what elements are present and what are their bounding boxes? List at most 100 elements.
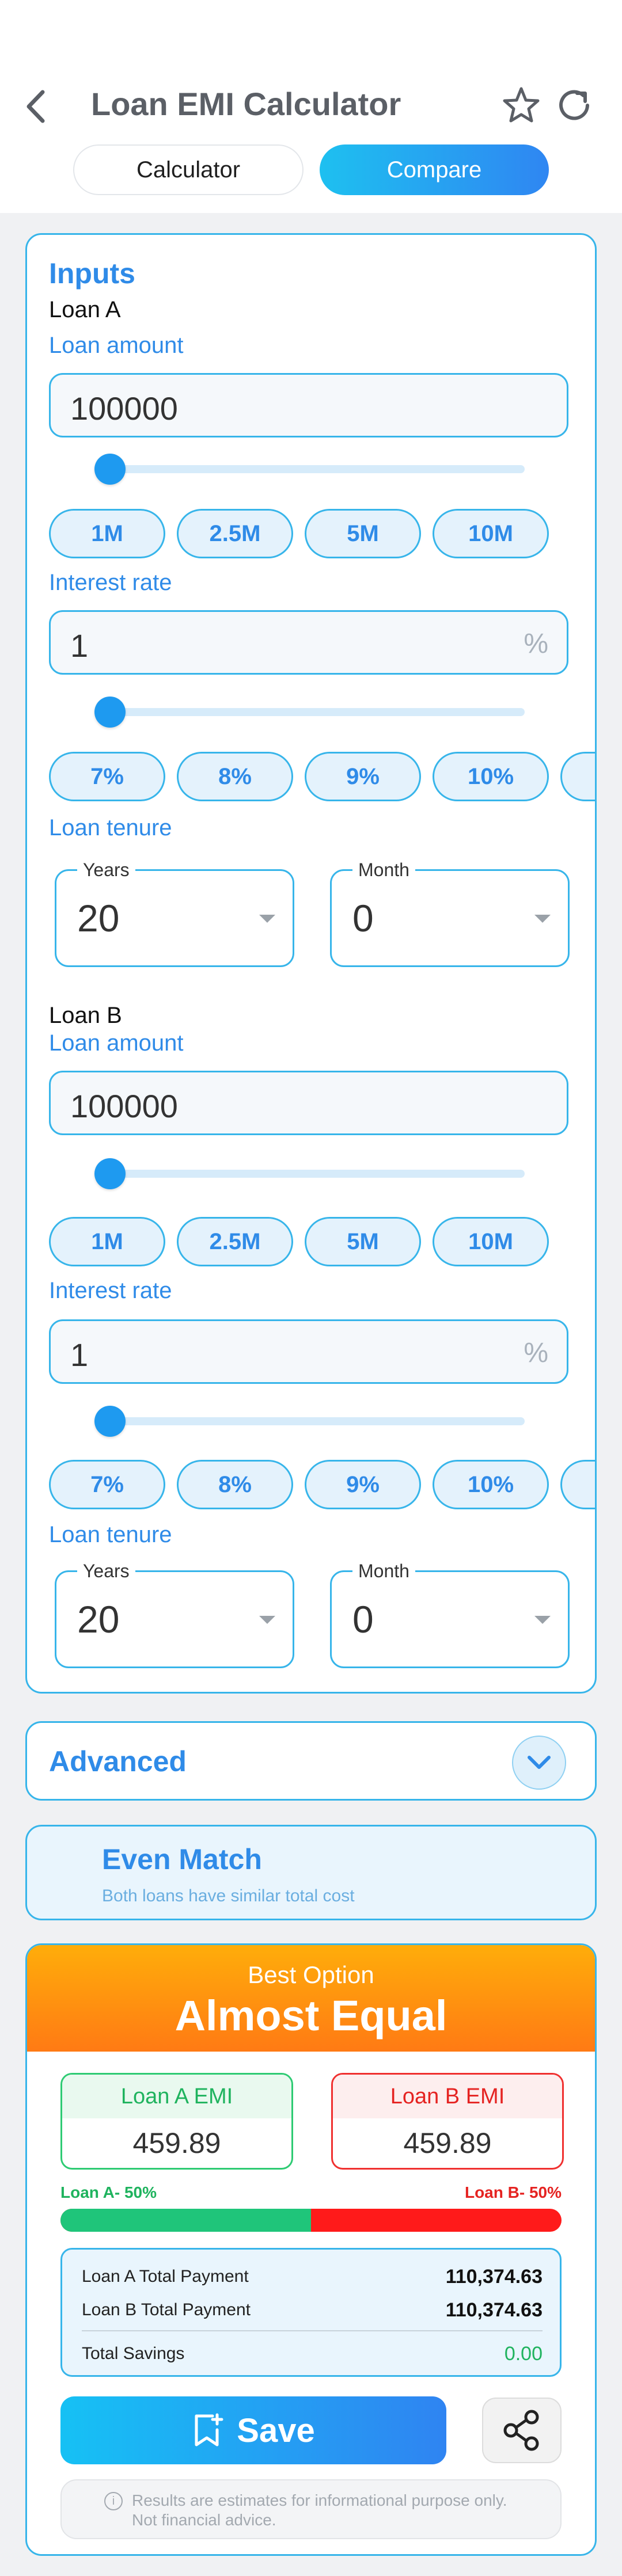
save-label: Save xyxy=(237,2411,315,2449)
loan-a-amount-value: 100000 xyxy=(70,390,178,427)
loan-b-rate-slider-handle[interactable] xyxy=(94,1406,126,1437)
loan-b-amount-chip[interactable]: 5M xyxy=(305,1217,421,1266)
loan-a-years-value: 20 xyxy=(77,897,120,939)
percent-unit: % xyxy=(524,1338,548,1368)
app-header: Loan EMI Calculator Calculator Compare xyxy=(0,0,622,213)
refresh-button[interactable] xyxy=(554,85,594,125)
chevron-down-icon xyxy=(259,915,275,923)
loan-b-amount-input[interactable]: 100000 xyxy=(49,1071,568,1135)
loan-b-rate-input[interactable]: 1 % xyxy=(49,1319,568,1384)
loan-a-total-value: 110,374.63 xyxy=(445,2266,543,2288)
share-button[interactable] xyxy=(482,2398,562,2463)
favorite-button[interactable] xyxy=(501,85,541,125)
percent-unit: % xyxy=(524,629,548,659)
advanced-title: Advanced xyxy=(49,1745,187,1778)
disclaimer-box: i Results are estimates for informationa… xyxy=(60,2479,562,2539)
loan-a-amount-chip[interactable]: 5M xyxy=(305,509,421,558)
loan-a-amount-chips: 1M 2.5M 5M 10M xyxy=(49,509,595,561)
loan-a-rate-input[interactable]: 1 % xyxy=(49,610,568,675)
loan-a-years-select[interactable]: Years 20 xyxy=(55,859,294,967)
loan-a-rate-chip[interactable]: 8% xyxy=(177,752,293,801)
loan-b-month-value: 0 xyxy=(352,1598,374,1641)
loan-a-month-value: 0 xyxy=(352,897,374,939)
star-icon xyxy=(503,87,540,123)
loan-a-rate-slider-handle[interactable] xyxy=(94,697,126,728)
disclaimer-text: Results are estimates for informational … xyxy=(132,2491,507,2529)
loan-a-amount-chip[interactable]: 1M xyxy=(49,509,165,558)
loan-b-total-value: 110,374.63 xyxy=(445,2299,543,2321)
match-title: Even Match xyxy=(102,1843,262,1875)
chevron-down-icon xyxy=(534,1616,551,1624)
advanced-expand-button[interactable] xyxy=(512,1736,566,1790)
loan-b-amount-value: 100000 xyxy=(70,1088,178,1124)
loan-b-rate-chip[interactable]: 10% xyxy=(433,1460,549,1509)
loan-a-rate-chips: 7% 8% 9% 10% xyxy=(49,752,595,804)
loan-b-amount-slider-handle[interactable] xyxy=(94,1158,126,1189)
back-button[interactable] xyxy=(23,86,48,127)
loan-a-amount-chip[interactable]: 2.5M xyxy=(177,509,293,558)
loan-b-rate-slider[interactable] xyxy=(94,1406,525,1437)
loan-b-years-select[interactable]: Years 20 xyxy=(55,1561,294,1668)
total-savings-label: Total Savings xyxy=(82,2344,185,2363)
loan-a-rate-chip-more[interactable] xyxy=(560,752,595,801)
loan-a-label: Loan A xyxy=(49,297,121,322)
loan-a-emi-value: 459.89 xyxy=(132,2127,221,2159)
loan-b-rate-chip[interactable]: 7% xyxy=(49,1460,165,1509)
emi-share-bar xyxy=(60,2209,562,2232)
month-label: Month xyxy=(352,859,415,881)
loan-b-share-label: Loan B- 50% xyxy=(464,2183,562,2201)
chevron-down-icon xyxy=(259,1616,275,1624)
loan-b-tenure-label: Loan tenure xyxy=(49,1522,172,1547)
total-savings-row: Total Savings 0.00 xyxy=(82,2343,543,2365)
loan-b-amount-slider[interactable] xyxy=(94,1158,525,1189)
loan-b-total-label: Loan B Total Payment xyxy=(82,2300,251,2319)
loan-b-rate-chip[interactable]: 9% xyxy=(305,1460,421,1509)
loan-a-total-label: Loan A Total Payment xyxy=(82,2267,249,2286)
loan-b-rate-value: 1 xyxy=(70,1337,89,1373)
chevron-down-icon xyxy=(534,915,551,923)
tab-compare[interactable]: Compare xyxy=(320,144,549,195)
content-area: Inputs Loan A Loan amount 100000 1M 2.5M… xyxy=(0,213,622,2576)
loan-b-label: Loan B xyxy=(49,1003,122,1028)
inputs-title: Inputs xyxy=(49,257,135,290)
loan-b-rate-label: Interest rate xyxy=(49,1278,172,1303)
chevron-down-icon xyxy=(528,1756,551,1769)
years-label: Years xyxy=(77,1561,135,1582)
total-savings-value: 0.00 xyxy=(504,2343,543,2365)
loan-b-amount-chip[interactable]: 10M xyxy=(433,1217,549,1266)
loan-a-rate-chip[interactable]: 9% xyxy=(305,752,421,801)
loan-b-total-row: Loan B Total Payment 110,374.63 xyxy=(82,2299,543,2321)
match-banner: Even Match Both loans have similar total… xyxy=(25,1825,597,1920)
loan-a-amount-slider-handle[interactable] xyxy=(94,454,126,485)
loan-b-amount-chip[interactable]: 2.5M xyxy=(177,1217,293,1266)
loan-a-rate-value: 1 xyxy=(70,627,89,664)
loan-a-rate-chip[interactable]: 10% xyxy=(433,752,549,801)
month-label: Month xyxy=(352,1561,415,1582)
loan-b-amount-label: Loan amount xyxy=(49,1030,184,1056)
match-subtitle: Both loans have similar total cost xyxy=(102,1886,355,1905)
loan-a-emi-box: Loan A EMI 459.89 xyxy=(60,2073,293,2170)
loan-b-years-value: 20 xyxy=(77,1598,120,1641)
loan-a-share-label: Loan A- 50% xyxy=(60,2183,157,2201)
loan-a-rate-label: Interest rate xyxy=(49,570,172,595)
loan-a-amount-label: Loan amount xyxy=(49,333,184,358)
loan-a-month-select[interactable]: Month 0 xyxy=(330,859,570,967)
share-icon xyxy=(503,2410,539,2451)
best-option-value: Almost Equal xyxy=(175,1992,447,2040)
loan-a-amount-input[interactable]: 100000 xyxy=(49,373,568,437)
loan-a-rate-slider[interactable] xyxy=(94,697,525,728)
loan-a-rate-chip[interactable]: 7% xyxy=(49,752,165,801)
loan-a-amount-chip[interactable]: 10M xyxy=(433,509,549,558)
loan-b-rate-chip-more[interactable] xyxy=(560,1460,595,1509)
loan-a-emi-label: Loan A EMI xyxy=(62,2075,291,2118)
save-button[interactable]: Save xyxy=(60,2396,446,2464)
loan-b-rate-chip[interactable]: 8% xyxy=(177,1460,293,1509)
advanced-section[interactable]: Advanced xyxy=(25,1721,597,1801)
loan-b-amount-chip[interactable]: 1M xyxy=(49,1217,165,1266)
loan-a-share-fill xyxy=(60,2209,311,2232)
loan-a-amount-slider[interactable] xyxy=(94,454,525,485)
loan-b-month-select[interactable]: Month 0 xyxy=(330,1561,570,1668)
tab-calculator[interactable]: Calculator xyxy=(73,144,304,195)
loan-b-emi-label: Loan B EMI xyxy=(333,2075,562,2118)
loan-b-amount-chips: 1M 2.5M 5M 10M xyxy=(49,1217,595,1269)
